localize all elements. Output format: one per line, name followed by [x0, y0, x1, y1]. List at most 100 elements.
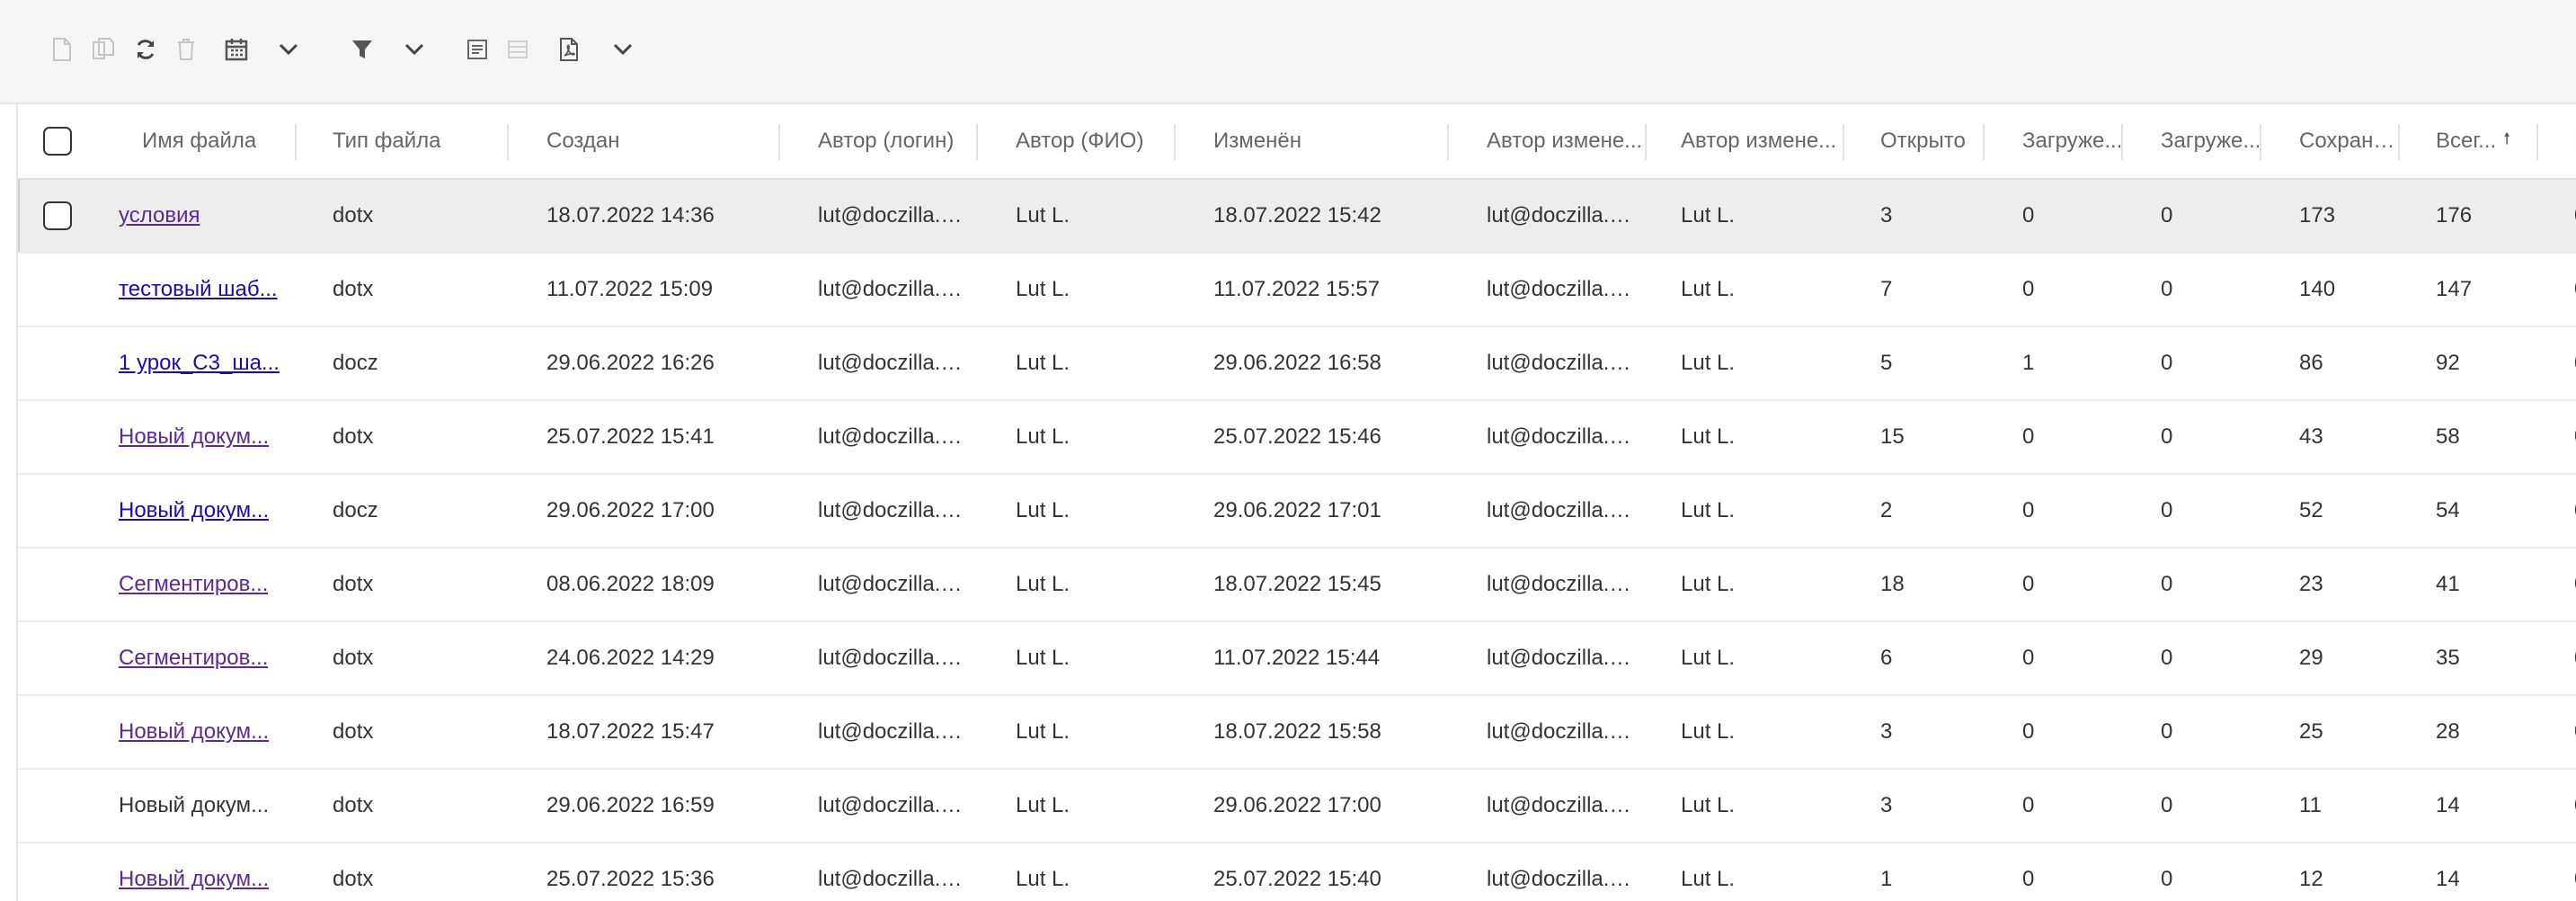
cell-value: 3 — [1880, 719, 1893, 744]
table-cell: 14 — [2400, 770, 2538, 842]
column-header[interactable]: Имя файла — [108, 104, 297, 178]
cell-value: 0 — [2161, 646, 2173, 670]
cell-value: 25.07.2022 15:40 — [1213, 867, 1381, 891]
table-cell: lut@doczilla.pro — [780, 180, 978, 252]
table-row[interactable]: 1 урок_С3_ша... docz 29.06.2022 16:26 lut@d… — [18, 327, 2576, 401]
table-row[interactable]: Новый докум... dotx 29.06.2022 16:59 lut@do… — [18, 770, 2576, 843]
table-row[interactable]: тестовый шаб... dotx 11.07.2022 15:09 lut@d… — [18, 254, 2576, 327]
report-icon[interactable] — [462, 34, 493, 65]
table-cell: lut@doczilla.pro — [780, 254, 978, 326]
table-cell: Lut L. — [1647, 401, 1844, 473]
column-header[interactable]: Загруже... — [1985, 104, 2123, 178]
table-cell: Lut L. — [1647, 696, 1844, 768]
column-header[interactable]: Создан — [509, 104, 780, 178]
column-header[interactable]: Тип файла — [297, 104, 509, 178]
cell-value: 0 — [2161, 351, 2173, 375]
file-name-link[interactable]: Сегментиров... — [119, 646, 268, 671]
cell-value: 43 — [2299, 424, 2323, 449]
column-header[interactable]: Вре — [2538, 104, 2576, 178]
column-header[interactable]: Автор (логин) — [780, 104, 978, 178]
file-name-link[interactable]: Новый докум... — [119, 719, 269, 745]
file-name-link[interactable]: Новый докум... — [119, 424, 269, 450]
column-header[interactable]: Открыто — [1844, 104, 1985, 178]
table-row[interactable]: Сегментиров... dotx 08.06.2022 18:09 lut@do… — [18, 549, 2576, 622]
table-cell: Lut L. — [978, 401, 1176, 473]
new-document-icon[interactable] — [47, 34, 77, 65]
filter-icon[interactable] — [347, 34, 378, 65]
cell-value: dotx — [333, 646, 374, 670]
table-row[interactable]: условия dotx 18.07.2022 14:36 lut@doczilla.… — [18, 180, 2576, 254]
chevron-down-icon[interactable] — [608, 34, 638, 65]
table-cell: dotx — [297, 622, 509, 694]
select-all-checkbox[interactable] — [43, 127, 72, 156]
table-cell: lut@doczilla.pro — [780, 696, 978, 768]
copy-document-icon[interactable] — [88, 34, 119, 65]
table-cell: Lut L. — [978, 254, 1176, 326]
cell-value: 29.06.2022 17:01 — [1213, 498, 1381, 522]
table-row[interactable]: Новый докум... docz 29.06.2022 17:00 lut@do… — [18, 475, 2576, 549]
table-row[interactable]: Сегментиров... dotx 24.06.2022 14:29 lut@do… — [18, 622, 2576, 696]
cell-value: 18.07.2022 14:36 — [546, 203, 715, 227]
file-name-link[interactable]: Новый докум... — [119, 867, 269, 892]
table-cell: 0 0 — [2538, 180, 2576, 252]
table-cell: Lut L. — [978, 622, 1176, 694]
cell-value: Lut L. — [1681, 572, 1736, 596]
cell-value: 11 — [2299, 793, 2322, 817]
column-header[interactable]: Всег... 🠕 — [2400, 104, 2538, 178]
cell-value: 29.06.2022 16:58 — [1213, 351, 1381, 375]
column-header-label: Изменён — [1213, 129, 1301, 153]
cell-value: lut@doczilla.pro — [818, 793, 971, 817]
cell-value: lut@doczilla.pro — [1487, 719, 1639, 744]
cell-value: 25.07.2022 15:36 — [546, 867, 715, 891]
column-header[interactable]: Автор (ФИО) — [978, 104, 1176, 178]
file-name-link[interactable]: условия — [119, 203, 200, 228]
row-select-cell — [43, 180, 108, 252]
cell-value: 11.07.2022 15:44 — [1213, 646, 1381, 670]
file-name-link[interactable]: тестовый шаб... — [119, 277, 278, 302]
cell-value: 41 — [2436, 572, 2460, 596]
table-row[interactable]: Новый докум... dotx 25.07.2022 15:41 lut@do… — [18, 401, 2576, 475]
cell-value: 35 — [2436, 646, 2460, 670]
table-cell: 52 — [2261, 475, 2400, 547]
table-cell: lut@doczilla.pro — [1449, 254, 1647, 326]
column-header[interactable]: Изменён — [1176, 104, 1449, 178]
file-name-link[interactable]: 1 урок_С3_ша... — [119, 351, 280, 376]
table-cell: 0 0 — [2538, 254, 2576, 326]
cell-value: dotx — [333, 867, 374, 891]
cell-value: dotx — [333, 203, 374, 227]
table-cell: Lut L. — [1647, 622, 1844, 694]
table-cell: Lut L. — [1647, 770, 1844, 842]
pdf-icon[interactable] — [554, 34, 584, 65]
table-cell: Новый докум... — [108, 401, 297, 473]
row-checkbox[interactable] — [43, 201, 72, 230]
chevron-down-icon[interactable] — [273, 34, 304, 65]
column-header-label: Создан — [546, 129, 620, 153]
cell-value: 176 — [2436, 203, 2473, 227]
cell-value: 0 — [2161, 867, 2173, 891]
table-cell: 25.07.2022 15:41 — [509, 401, 780, 473]
list-icon[interactable] — [502, 34, 533, 65]
cell-value: Lut L. — [1016, 572, 1070, 596]
column-header[interactable]: Автор измене... — [1449, 104, 1647, 178]
cell-value: dotx — [333, 277, 374, 301]
column-header[interactable]: Загруже... — [2123, 104, 2261, 178]
refresh-icon[interactable] — [130, 34, 161, 65]
file-name-link[interactable]: Новый докум... — [119, 498, 269, 523]
table-cell: 0 — [1985, 549, 2123, 620]
cell-value: 0 — [2022, 867, 2035, 891]
table-row[interactable]: Новый докум... dotx 25.07.2022 15:36 lut@do… — [18, 843, 2576, 901]
file-name-link[interactable]: Сегментиров... — [119, 572, 268, 597]
table-row[interactable]: Новый докум... dotx 18.07.2022 15:47 lut@do… — [18, 696, 2576, 770]
table-cell: dotx — [297, 549, 509, 620]
file-name-link[interactable]: Новый докум... — [119, 793, 269, 818]
table-cell: Lut L. — [978, 549, 1176, 620]
column-header-label: Автор измене... — [1681, 129, 1837, 153]
column-header[interactable]: Автор измене... — [1647, 104, 1844, 178]
table-cell: условия — [108, 180, 297, 252]
sort-ascending-icon[interactable]: 🠕 — [2503, 128, 2510, 155]
trash-icon[interactable] — [171, 34, 201, 65]
calendar-icon[interactable] — [221, 34, 252, 65]
table-cell: Lut L. — [1647, 327, 1844, 399]
column-header[interactable]: Сохране... — [2261, 104, 2400, 178]
chevron-down-icon[interactable] — [399, 34, 430, 65]
